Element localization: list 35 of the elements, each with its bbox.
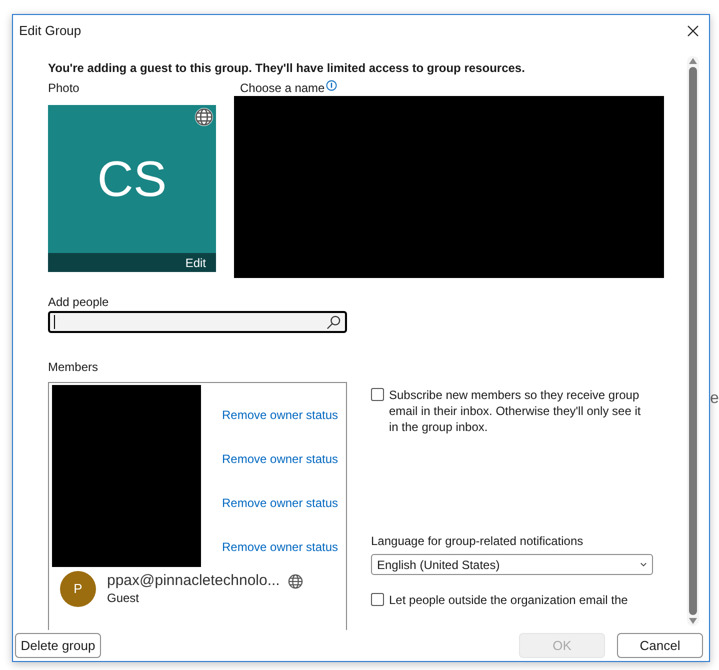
add-people-field[interactable] xyxy=(48,311,347,333)
window-title: Edit Group xyxy=(19,22,82,40)
group-initials: CS xyxy=(97,154,167,204)
add-people-label: Add people xyxy=(48,294,110,310)
guest-notice: You're adding a guest to this group. They'll have limited access to group resources. xyxy=(48,60,526,76)
globe-icon xyxy=(288,574,303,588)
search-icon[interactable] xyxy=(326,314,341,330)
member-role: Guest xyxy=(107,591,140,605)
language-dropdown[interactable]: English (United States) xyxy=(371,554,653,575)
info-icon[interactable] xyxy=(326,80,337,91)
edit-photo-link[interactable]: Edit xyxy=(185,254,206,272)
language-label: Language for group-related notifications xyxy=(371,533,584,549)
dialog-button[interactable]: Cancel xyxy=(617,633,703,658)
scrollbar[interactable] xyxy=(687,56,699,626)
subscribe-label: Subscribe new members so they receive group email in their inbox. Otherwise they'll only see it in the group inbox. xyxy=(389,387,642,435)
globe-icon xyxy=(195,108,213,126)
group-photo[interactable]: CS Edit xyxy=(48,105,216,272)
member-email: ppax@pinnacletechnolo... xyxy=(107,571,280,591)
close-icon[interactable] xyxy=(687,25,699,37)
name-label: Choose a name xyxy=(240,80,325,96)
remove-owner-link[interactable]: Remove owner status xyxy=(222,539,338,555)
scroll-down-icon[interactable] xyxy=(689,618,697,624)
remove-owner-link[interactable]: Remove owner status xyxy=(222,451,338,467)
remove-owner-link[interactable]: Remove owner status xyxy=(222,495,338,511)
checkbox[interactable] xyxy=(371,388,384,401)
chevron-icon xyxy=(640,562,647,567)
members-label: Members xyxy=(48,359,100,375)
external-email-label: Let people outside the organization email the xyxy=(389,592,628,608)
photo-label: Photo xyxy=(48,80,80,96)
scroll-up-icon[interactable] xyxy=(689,58,697,64)
dialog-button[interactable]: Delete group xyxy=(15,633,101,658)
checkbox[interactable] xyxy=(371,593,384,606)
background-text: e xyxy=(710,389,719,409)
member-avatar: P xyxy=(60,571,96,607)
remove-owner-link[interactable]: Remove owner status xyxy=(222,407,338,423)
